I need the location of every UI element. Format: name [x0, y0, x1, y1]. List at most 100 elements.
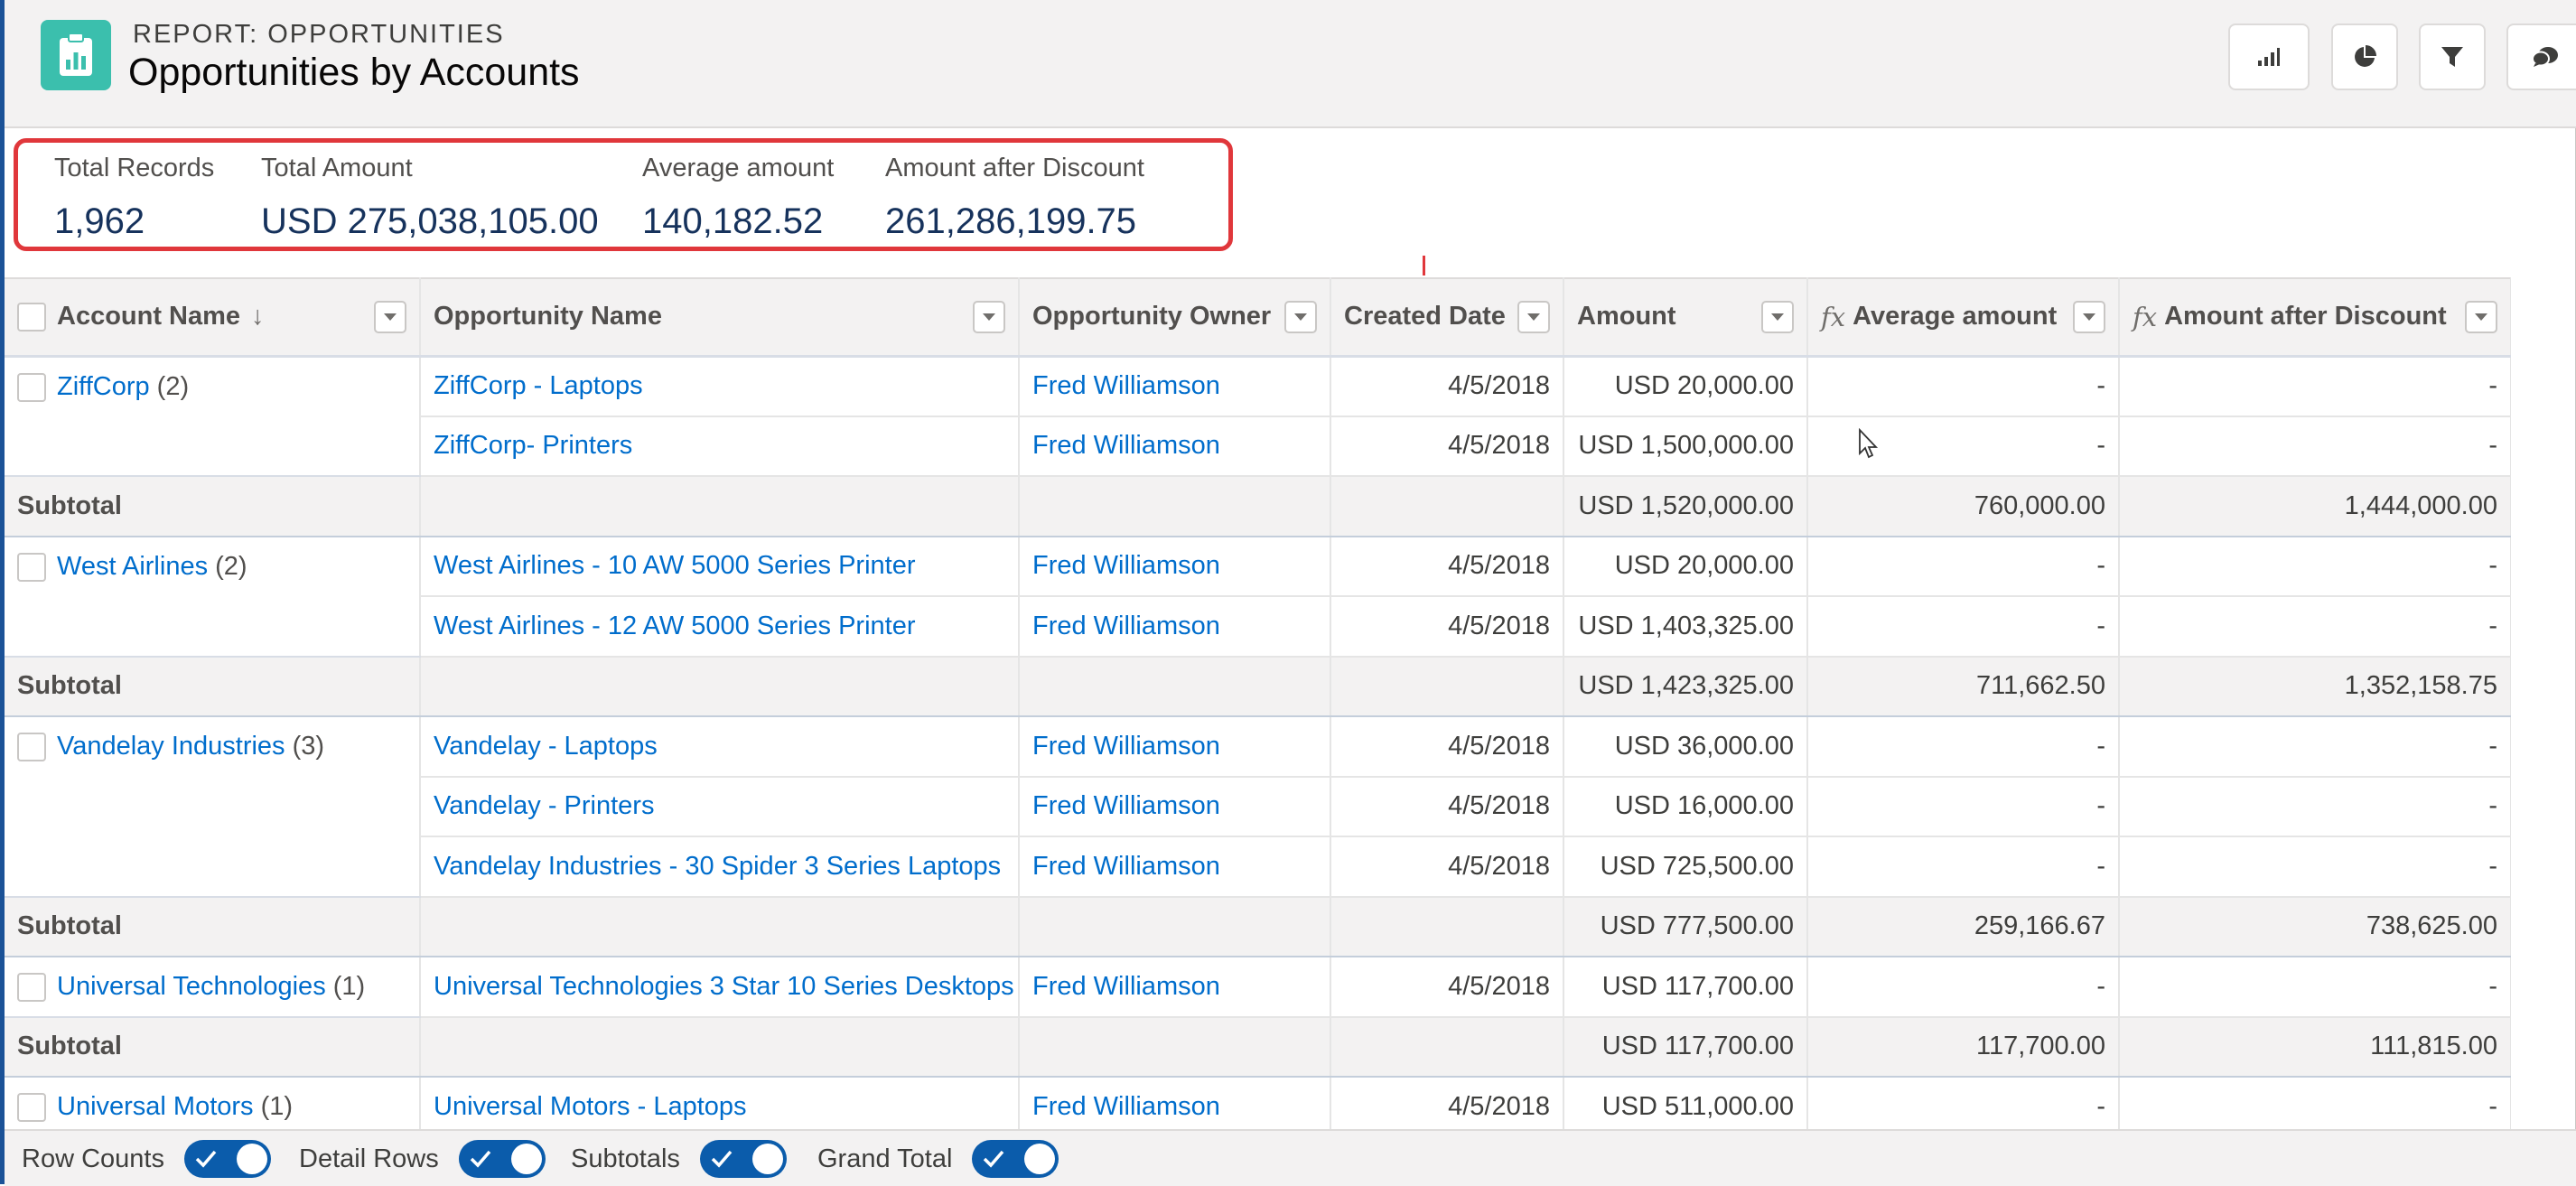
amount-after-discount: - [2119, 957, 2511, 1018]
toggle-row-counts[interactable]: Row Counts [22, 1140, 271, 1178]
toggle-detail-rows[interactable]: Detail Rows [299, 1140, 546, 1178]
table-header-row: Account Name ↓ Opportunity Name Opportuni… [5, 277, 2511, 358]
empty-cell [1019, 656, 1331, 717]
average-amount: - [1807, 416, 2120, 477]
column-header-owner[interactable]: Opportunity Owner [1019, 277, 1331, 358]
row-count: (3) [292, 732, 325, 761]
owner-link[interactable]: Fred Williamson [1019, 836, 1331, 898]
toggle-switch[interactable] [699, 1140, 787, 1178]
toggle-subtotals[interactable]: Subtotals [571, 1140, 787, 1178]
metric-average-amount: Average amount 140,182.52 [642, 154, 834, 242]
subtotal-row: Subtotal USD 117,700.00 117,700.00 111,8… [5, 1016, 2511, 1078]
owner-link[interactable]: Fred Williamson [1019, 596, 1331, 658]
average-amount: - [1807, 776, 2120, 837]
check-icon [984, 1150, 1004, 1168]
formula-icon: fx [2133, 301, 2158, 332]
select-all-checkbox[interactable] [17, 302, 46, 332]
owner-link[interactable]: Fred Williamson [1019, 957, 1331, 1018]
empty-cell [1019, 896, 1331, 957]
account-link[interactable]: West Airlines [57, 552, 208, 581]
toggle-grand-total[interactable]: Grand Total [817, 1140, 1059, 1178]
amount: USD 117,700.00 [1563, 957, 1808, 1018]
owner-link[interactable]: Fred Williamson [1019, 1077, 1331, 1129]
row-checkbox[interactable] [17, 733, 46, 762]
subtotal-amount: USD 1,423,325.00 [1563, 656, 1808, 717]
toggle-switch[interactable] [458, 1140, 546, 1178]
owner-link[interactable]: Fred Williamson [1019, 536, 1331, 597]
subtotal-row: Subtotal USD 777,500.00 259,166.67 738,6… [5, 896, 2511, 957]
toggle-knob [751, 1144, 783, 1174]
average-amount: - [1807, 836, 2120, 898]
column-menu-icon[interactable] [1284, 300, 1317, 333]
page-title: Opportunities by Accounts [128, 51, 580, 94]
opportunity-link[interactable]: Vandelay - Laptops [420, 716, 1020, 778]
metric-value: 1,962 [54, 201, 145, 241]
row-checkbox[interactable] [17, 1093, 46, 1123]
average-amount: - [1807, 716, 2120, 778]
metric-label: Total Records [54, 154, 215, 182]
column-label: Average amount [1853, 302, 2058, 332]
account-link[interactable]: ZiffCorp [57, 372, 150, 401]
filter-button[interactable] [2419, 23, 2486, 90]
owner-link[interactable]: Fred Williamson [1019, 416, 1331, 477]
metric-value: 261,286,199.75 [885, 201, 1137, 241]
opportunity-link[interactable]: ZiffCorp- Printers [420, 416, 1020, 477]
owner-link[interactable]: Fred Williamson [1019, 716, 1331, 778]
account-link[interactable]: Universal Technologies [57, 972, 326, 1001]
opportunity-link[interactable]: Universal Technologies 3 Star 10 Series … [420, 957, 1020, 1018]
opportunity-link[interactable]: Vandelay - Printers [420, 776, 1020, 837]
chart-button[interactable] [2228, 23, 2310, 90]
account-link[interactable]: Vandelay Industries [57, 732, 285, 761]
sort-descending-icon[interactable]: ↓ [251, 302, 265, 331]
column-header-after-discount[interactable]: fx Amount after Discount [2119, 277, 2511, 358]
toggle-switch[interactable] [183, 1140, 271, 1178]
table-row: Universal Motors (1) Universal Motors - … [5, 1077, 2511, 1129]
owner-link[interactable]: Fred Williamson [1019, 356, 1331, 417]
chart-icon [2258, 48, 2280, 66]
empty-cell [420, 1016, 1020, 1078]
column-menu-icon[interactable] [2073, 300, 2105, 333]
column-header-created[interactable]: Created Date [1330, 277, 1564, 358]
opportunity-link[interactable]: ZiffCorp - Laptops [420, 356, 1020, 417]
row-checkbox[interactable] [17, 372, 46, 402]
check-icon [195, 1150, 217, 1168]
report-table-container[interactable]: Account Name ↓ Opportunity Name Opportuni… [5, 277, 2511, 1129]
amount: USD 1,500,000.00 [1563, 416, 1808, 477]
created-date: 4/5/2018 [1330, 836, 1564, 898]
subtotal-amount: USD 777,500.00 [1563, 896, 1808, 957]
row-checkbox[interactable] [17, 973, 46, 1003]
column-header-account[interactable]: Account Name ↓ [5, 277, 421, 358]
annotation-tick [1423, 256, 1425, 275]
opportunity-link[interactable]: Universal Motors - Laptops [420, 1077, 1020, 1129]
subtotal-row: Subtotal USD 1,423,325.00 711,662.50 1,3… [5, 656, 2511, 717]
column-menu-icon[interactable] [973, 300, 1005, 333]
opportunity-link[interactable]: West Airlines - 12 AW 5000 Series Printe… [420, 596, 1020, 658]
created-date: 4/5/2018 [1330, 957, 1564, 1018]
created-date: 4/5/2018 [1330, 536, 1564, 597]
row-checkbox[interactable] [17, 552, 46, 582]
row-count: (1) [260, 1092, 294, 1121]
column-menu-icon[interactable] [1761, 300, 1794, 333]
pie-chart-button[interactable] [2331, 23, 2398, 90]
column-header-opportunity[interactable]: Opportunity Name [420, 277, 1020, 358]
amount-after-discount: - [2119, 416, 2511, 477]
created-date: 4/5/2018 [1330, 1077, 1564, 1129]
account-link[interactable]: Universal Motors [57, 1092, 254, 1121]
subtotal-label: Subtotal [5, 656, 421, 717]
report-summary: Total Records 1,962 Total Amount USD 275… [14, 138, 1233, 251]
owner-link[interactable]: Fred Williamson [1019, 776, 1331, 837]
column-header-amount[interactable]: Amount [1563, 277, 1808, 358]
column-menu-icon[interactable] [1517, 300, 1550, 333]
comments-button[interactable] [2506, 23, 2576, 90]
toggle-switch[interactable] [972, 1140, 1059, 1178]
amount: USD 1,403,325.00 [1563, 596, 1808, 658]
empty-cell [420, 476, 1020, 537]
column-header-average[interactable]: fx Average amount [1807, 277, 2120, 358]
column-menu-icon[interactable] [374, 300, 406, 333]
subtotal-average: 117,700.00 [1807, 1016, 2120, 1078]
opportunity-link[interactable]: Vandelay Industries - 30 Spider 3 Series… [420, 836, 1020, 898]
opportunity-link[interactable]: West Airlines - 10 AW 5000 Series Printe… [420, 536, 1020, 597]
column-menu-icon[interactable] [2465, 300, 2497, 333]
amount-after-discount: - [2119, 596, 2511, 658]
column-label: Opportunity Name [434, 302, 662, 332]
